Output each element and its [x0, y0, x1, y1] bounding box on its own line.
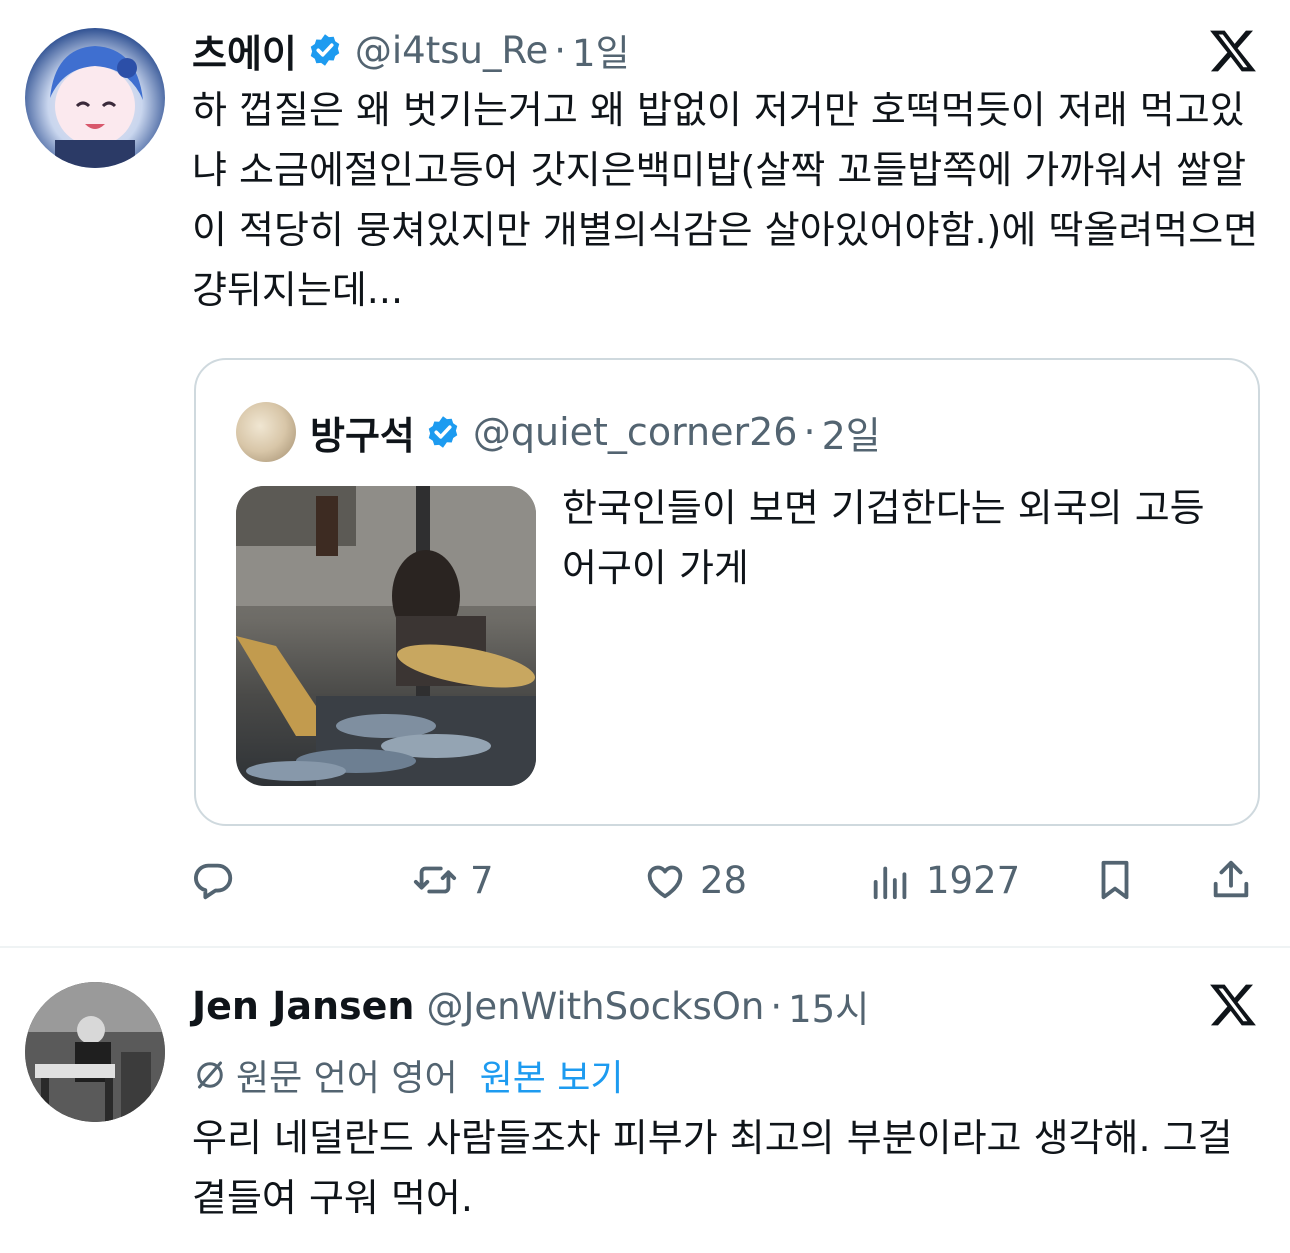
avatar-photo [25, 982, 165, 1122]
retweet-count: 7 [470, 858, 494, 902]
verified-badge-icon [428, 416, 458, 448]
timestamp[interactable]: 1일 [572, 23, 630, 77]
quoted-tweet-header: 방구석 @quiet_corner26 · 2일 [236, 400, 881, 464]
user-handle[interactable]: @JenWithSocksOn [426, 985, 764, 1028]
reply-icon [194, 863, 233, 900]
display-name[interactable]: 츠에이 [192, 23, 297, 78]
display-name[interactable]: Jen Jansen [192, 984, 414, 1028]
retweet-button[interactable]: 7 [412, 848, 494, 912]
quoted-avatar[interactable] [236, 402, 296, 462]
timestamp[interactable]: 15시 [788, 979, 869, 1033]
separator-dot: · [770, 984, 783, 1028]
grilled-mackerel-photo [236, 486, 536, 786]
avatar[interactable] [25, 982, 165, 1122]
reply-button[interactable] [190, 848, 236, 912]
action-bar: 7 28 1927 [190, 848, 1265, 912]
quoted-tweet[interactable]: 방구석 @quiet_corner26 · 2일 한국인들이 보면 기겁한다는 … [194, 358, 1260, 826]
quoted-media-image[interactable] [236, 486, 536, 786]
quoted-tweet-text: 한국인들이 보면 기겁한다는 외국의 고등어구이 가게 [562, 486, 1205, 590]
tweet-header: Jen Jansen @JenWithSocksOn · 15시 [192, 980, 869, 1032]
views-count: 1927 [926, 858, 1021, 902]
tweet-header: 츠에이 @i4tsu_Re · 1일 [192, 24, 630, 76]
quoted-user-handle[interactable]: @quiet_corner26 [473, 410, 798, 454]
like-count: 28 [700, 858, 748, 902]
translate-icon [197, 1061, 223, 1089]
tweet-text: 우리 네덜란드 사람들조차 피부가 최고의 부분이라고 생각해. 그걸 곁들여 … [192, 1116, 1233, 1220]
translation-notice: 원문 언어 영어 원본 보기 [192, 1050, 624, 1100]
avatar-illustration [50, 46, 143, 168]
bookmark-button[interactable] [1092, 848, 1138, 912]
tweet-text: 하 껍질은 왜 벗기는거고 왜 밥없이 저거만 호떡먹듯이 저래 먹고있냐 소금… [192, 88, 1259, 312]
views-icon [873, 866, 907, 900]
view-original-link[interactable]: 원본 보기 [480, 1049, 624, 1101]
tweet[interactable]: 츠에이 @i4tsu_Re · 1일 하 껍질은 왜 벗기는거고 왜 밥없이 저… [0, 0, 1290, 946]
translation-source-language: 원문 언어 영어 [236, 1058, 458, 1099]
views-button[interactable]: 1927 [868, 848, 1020, 912]
separator-dot: · [803, 410, 816, 454]
separator-dot: · [554, 28, 567, 72]
like-icon [647, 865, 683, 899]
share-icon [1213, 860, 1249, 898]
like-button[interactable]: 28 [642, 848, 747, 912]
x-logo-icon[interactable] [1208, 26, 1258, 76]
avatar[interactable] [25, 28, 165, 168]
retweet-icon [413, 866, 457, 894]
quoted-timestamp[interactable]: 2일 [822, 405, 881, 460]
verified-badge-icon [310, 34, 340, 66]
user-handle[interactable]: @i4tsu_Re [355, 29, 548, 72]
bookmark-icon [1101, 860, 1129, 900]
share-button[interactable] [1208, 848, 1254, 912]
quoted-display-name[interactable]: 방구석 [310, 405, 415, 460]
x-logo-icon[interactable] [1208, 980, 1258, 1030]
